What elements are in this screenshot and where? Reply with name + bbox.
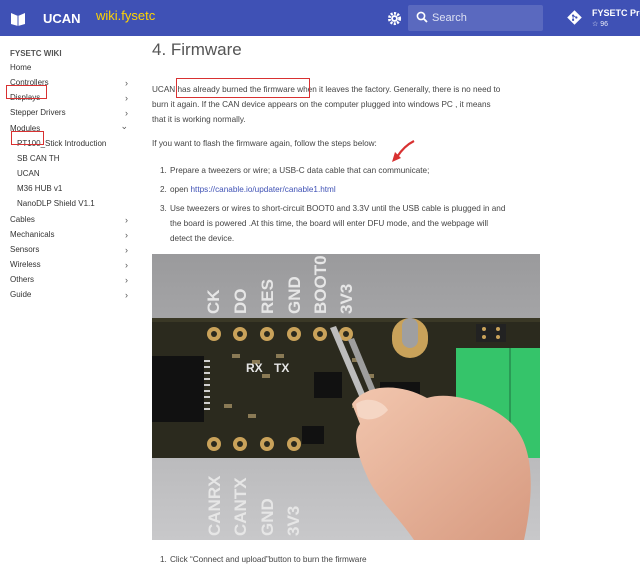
page-title: 4. Firmware bbox=[152, 40, 242, 59]
search-box[interactable]: Search bbox=[408, 5, 543, 31]
label-tx: TX bbox=[274, 361, 289, 375]
sidebar-item-home[interactable]: Home bbox=[10, 63, 128, 77]
label-boot0: BOOT0 bbox=[311, 255, 330, 314]
label-cantx: CANTX bbox=[231, 477, 250, 536]
sidebar-item-stepper-drivers[interactable]: Stepper Drivers › bbox=[10, 108, 128, 122]
repo-name[interactable]: FYSETC Products bbox=[592, 8, 640, 18]
label-do: DO bbox=[231, 289, 250, 315]
sidebar-item-m36-hub[interactable]: M36 HUB v1 bbox=[17, 184, 128, 198]
label-ck: CK bbox=[204, 289, 223, 314]
chevron-right-icon: › bbox=[125, 78, 128, 88]
repo-stars: ☆ 96 bbox=[592, 21, 609, 28]
sidebar-nav: FYSETC WIKI Home Controllers › Displays › … bbox=[0, 36, 140, 568]
chevron-right-icon: › bbox=[125, 290, 128, 300]
chevron-right-icon: › bbox=[125, 260, 128, 270]
chevron-right-icon: › bbox=[125, 215, 128, 225]
chevron-right-icon: › bbox=[125, 108, 128, 118]
label-3v3-bottom: 3V3 bbox=[284, 506, 303, 536]
book-logo-icon[interactable] bbox=[10, 10, 26, 26]
highlight-box-modules bbox=[6, 85, 47, 99]
intro-line-3: that it is working normally. bbox=[152, 115, 246, 124]
sidebar-item-sb-can-th[interactable]: SB CAN TH bbox=[17, 154, 128, 168]
ucan-board-photo: CK DO RES GND BOOT0 3V3 CANRX CANTX GND … bbox=[152, 254, 540, 540]
sidebar-title: FYSETC WIKI bbox=[10, 49, 62, 58]
label-rx: RX bbox=[246, 361, 263, 375]
red-arrow-annotation bbox=[392, 140, 415, 162]
git-repo-icon[interactable] bbox=[567, 10, 582, 25]
label-gnd-bottom: GND bbox=[258, 498, 277, 536]
highlight-box-ucan bbox=[11, 131, 44, 145]
top-app-bar: UCAN wiki.fysetc Search FYSETC Products … bbox=[0, 0, 640, 36]
sidebar-item-wireless[interactable]: Wireless › bbox=[10, 260, 128, 274]
label-gnd-top: GND bbox=[285, 276, 304, 314]
flash-intro: If you want to flash the firmware again,… bbox=[152, 139, 377, 148]
chevron-right-icon: › bbox=[125, 93, 128, 103]
search-icon bbox=[416, 11, 428, 23]
label-res: RES bbox=[258, 279, 277, 314]
highlight-box-firmware bbox=[176, 78, 310, 98]
sidebar-item-others[interactable]: Others › bbox=[10, 275, 128, 289]
sidebar-item-sensors[interactable]: Sensors › bbox=[10, 245, 128, 259]
label-3v3-top: 3V3 bbox=[337, 284, 356, 314]
repo-stars-count: 96 bbox=[600, 21, 609, 28]
label-canrx: CANRX bbox=[205, 475, 224, 536]
site-title: UCAN bbox=[43, 11, 81, 26]
sidebar-item-ucan[interactable]: UCAN bbox=[17, 169, 128, 183]
canable-updater-link[interactable]: https://canable.io/updater/canable1.html bbox=[191, 185, 336, 194]
intro-line-2: burn it again. If the CAN device appears… bbox=[152, 100, 491, 109]
search-placeholder: Search bbox=[432, 12, 467, 24]
sidebar-item-guide[interactable]: Guide › bbox=[10, 290, 128, 304]
chevron-right-icon: › bbox=[125, 245, 128, 255]
chevron-right-icon: › bbox=[125, 275, 128, 285]
chevron-down-icon: ⌄ bbox=[120, 121, 128, 131]
watermark-annotation: wiki.fysetc bbox=[96, 8, 156, 23]
sidebar-item-mechanicals[interactable]: Mechanicals › bbox=[10, 230, 128, 244]
sidebar-item-cables[interactable]: Cables › bbox=[10, 215, 128, 229]
chevron-right-icon: › bbox=[125, 230, 128, 240]
gear-icon[interactable] bbox=[387, 11, 402, 26]
sidebar-item-nanodlp[interactable]: NanoDLP Shield V1.1 bbox=[17, 199, 128, 213]
